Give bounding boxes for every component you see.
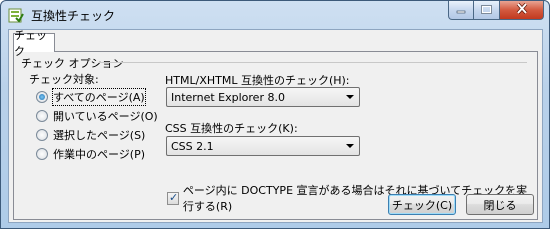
radio-selected-pages[interactable]: 選択したページ(S) (36, 127, 145, 143)
close-icon (516, 2, 528, 17)
radio-label: すべてのページ(A) (52, 88, 146, 106)
group-divider (99, 62, 527, 63)
chevron-down-icon (346, 95, 354, 99)
css-compat-label: CSS 互換性のチェック(K): (165, 122, 298, 135)
radio-button[interactable] (36, 110, 48, 122)
check-button[interactable]: チェック(C) (388, 194, 456, 215)
radio-button[interactable] (36, 148, 48, 160)
checkmark-icon: ✓ (169, 190, 179, 204)
radio-all-pages[interactable]: すべてのページ(A) (36, 88, 146, 106)
maximize-icon (481, 4, 492, 17)
radio-label: 開いているページ(O) (53, 110, 158, 123)
html-compat-select[interactable]: Internet Explorer 8.0 (166, 87, 360, 107)
chevron-down-icon (346, 144, 354, 148)
minimize-button[interactable] (448, 1, 474, 20)
window-title: 互換性チェック (31, 9, 116, 23)
html-compat-label: HTML/XHTML 互換性のチェック(H): (165, 74, 350, 87)
tab-panel: チェック オプション チェック対象: すべてのページ(A) 開いているページ(O… (13, 51, 538, 220)
radio-button[interactable] (36, 129, 48, 141)
radio-label: 作業中のページ(P) (53, 148, 145, 161)
close-button[interactable]: 閉じる (466, 194, 534, 215)
radio-button[interactable] (36, 91, 48, 103)
css-compat-value: CSS 2.1 (171, 139, 214, 153)
css-compat-select[interactable]: CSS 2.1 (166, 136, 360, 156)
dialog-client-area: チェック チェック オプション チェック対象: すべてのページ(A) 開いている… (8, 29, 543, 223)
compatibility-check-icon (8, 7, 24, 23)
check-target-label: チェック対象: (29, 73, 99, 86)
title-bar[interactable]: 互換性チェック (1, 1, 549, 29)
tab-check[interactable]: チェック (13, 29, 55, 58)
html-compat-value: Internet Explorer 8.0 (171, 90, 285, 104)
minimize-icon (456, 4, 466, 17)
close-window-button[interactable] (500, 1, 544, 20)
radio-current-page[interactable]: 作業中のページ(P) (36, 146, 145, 162)
maximize-button[interactable] (474, 1, 500, 20)
doctype-checkbox[interactable]: ✓ (167, 190, 179, 205)
radio-open-pages[interactable]: 開いているページ(O) (36, 108, 158, 124)
radio-label: 選択したページ(S) (53, 129, 146, 142)
dialog-window: 互換性チェック チェック チェック オプション チェック対象: すべてのページ(… (0, 0, 550, 229)
